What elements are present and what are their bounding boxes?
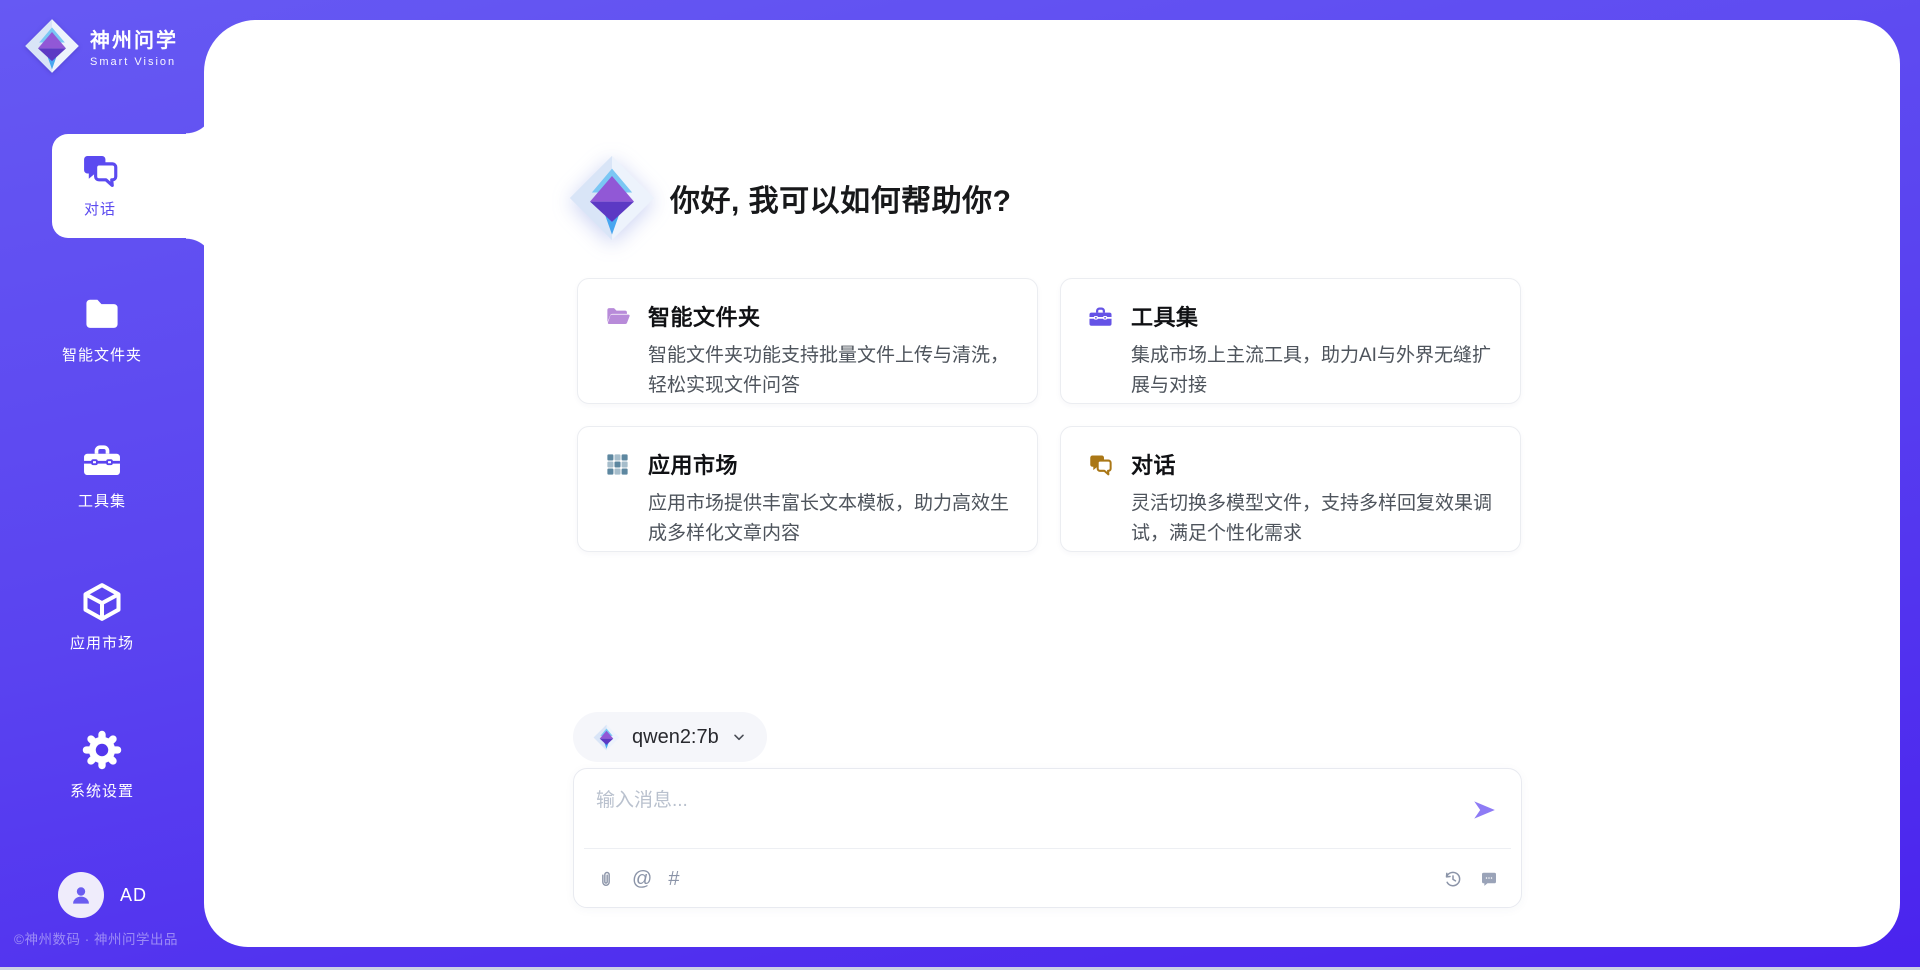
- person-icon: [67, 881, 95, 909]
- gear-icon: [80, 728, 124, 772]
- sidebar-item-label: 对话: [84, 198, 116, 219]
- composer-divider: [584, 848, 1511, 849]
- brand-gem-icon: [568, 154, 656, 242]
- card-toolset[interactable]: 工具集 集成市场上主流工具，助力AI与外界无缝扩展与对接: [1060, 278, 1521, 404]
- sidebar-item-label: 系统设置: [70, 780, 134, 801]
- folder-open-icon: [604, 303, 631, 330]
- attachment-icon[interactable]: [596, 869, 616, 889]
- sidebar-item-smart-folders[interactable]: 智能文件夹: [0, 292, 204, 365]
- chat-bubbles-icon: [1087, 451, 1114, 478]
- card-app-market[interactable]: 应用市场 应用市场提供丰富长文本模板，助力高效生成多样化文章内容: [577, 426, 1038, 552]
- message-composer: @ #: [573, 768, 1522, 908]
- card-smart-folders[interactable]: 智能文件夹 智能文件夹功能支持批量文件上传与清洗，轻松实现文件问答: [577, 278, 1038, 404]
- brand-subtitle: Smart Vision: [90, 56, 178, 68]
- user-name: AD: [120, 885, 147, 906]
- sidebar-item-label: 应用市场: [70, 632, 134, 653]
- composer-toolbar: @ #: [596, 859, 1499, 899]
- card-description: 智能文件夹功能支持批量文件上传与清洗，轻松实现文件问答: [648, 341, 1011, 401]
- mention-icon[interactable]: @: [632, 869, 652, 889]
- card-title: 工具集: [1131, 300, 1199, 332]
- user-account[interactable]: AD: [58, 872, 147, 918]
- card-title: 对话: [1131, 448, 1176, 480]
- avatar: [58, 872, 104, 918]
- chat-filled-icon[interactable]: [1479, 869, 1499, 889]
- greeting-title: 你好, 我可以如何帮助你?: [670, 176, 1012, 220]
- card-description: 灵活切换多模型文件，支持多样回复效果调试，满足个性化需求: [1131, 489, 1494, 549]
- sidebar-item-label: 工具集: [78, 490, 126, 511]
- card-chat[interactable]: 对话 灵活切换多模型文件，支持多样回复效果调试，满足个性化需求: [1060, 426, 1521, 552]
- sidebar-item-settings[interactable]: 系统设置: [0, 728, 204, 801]
- send-icon: [1471, 797, 1497, 823]
- hashtag-icon[interactable]: #: [668, 869, 679, 889]
- history-icon[interactable]: [1443, 869, 1463, 889]
- app-window: 你好, 我可以如何帮助你? 智能文件夹 智能文件夹功能支持批量文件上传与清洗，轻…: [0, 0, 1920, 970]
- model-name: qwen2:7b: [632, 726, 719, 749]
- card-description: 应用市场提供丰富长文本模板，助力高效生成多样化文章内容: [648, 489, 1011, 549]
- message-input[interactable]: [574, 769, 1521, 841]
- sidebar-item-app-market[interactable]: 应用市场: [0, 580, 204, 653]
- brand-gem-icon: [24, 18, 80, 74]
- sidebar-item-toolset[interactable]: 工具集: [0, 438, 204, 511]
- card-description: 集成市场上主流工具，助力AI与外界无缝扩展与对接: [1131, 341, 1494, 401]
- toolbox-icon: [1087, 303, 1114, 330]
- brand-logo: 神州问学 Smart Vision: [24, 18, 178, 74]
- brand-title: 神州问学: [90, 24, 178, 53]
- box-icon: [80, 580, 124, 624]
- sidebar-item-chat[interactable]: 对话: [52, 134, 214, 238]
- grid-icon: [604, 451, 631, 478]
- main-panel: 你好, 我可以如何帮助你? 智能文件夹 智能文件夹功能支持批量文件上传与清洗，轻…: [204, 20, 1900, 947]
- send-button[interactable]: [1471, 797, 1497, 823]
- model-selector[interactable]: qwen2:7b: [573, 712, 767, 762]
- card-title: 应用市场: [648, 448, 738, 480]
- model-gem-icon: [593, 724, 620, 751]
- chevron-down-icon: [731, 729, 747, 745]
- greeting: 你好, 我可以如何帮助你?: [568, 154, 1012, 242]
- chat-bubbles-icon: [79, 149, 121, 191]
- card-title: 智能文件夹: [648, 300, 761, 332]
- folder-icon: [80, 292, 124, 336]
- toolbox-icon: [80, 438, 124, 482]
- sidebar-item-label: 智能文件夹: [62, 344, 142, 365]
- feature-cards: 智能文件夹 智能文件夹功能支持批量文件上传与清洗，轻松实现文件问答 工具集 集成…: [577, 278, 1521, 552]
- sidebar: 神州问学 Smart Vision 对话 智能文件夹 工具集 应用市场 系统设置: [0, 0, 204, 970]
- copyright-text: ©神州数码 · 神州问学出品: [14, 928, 178, 948]
